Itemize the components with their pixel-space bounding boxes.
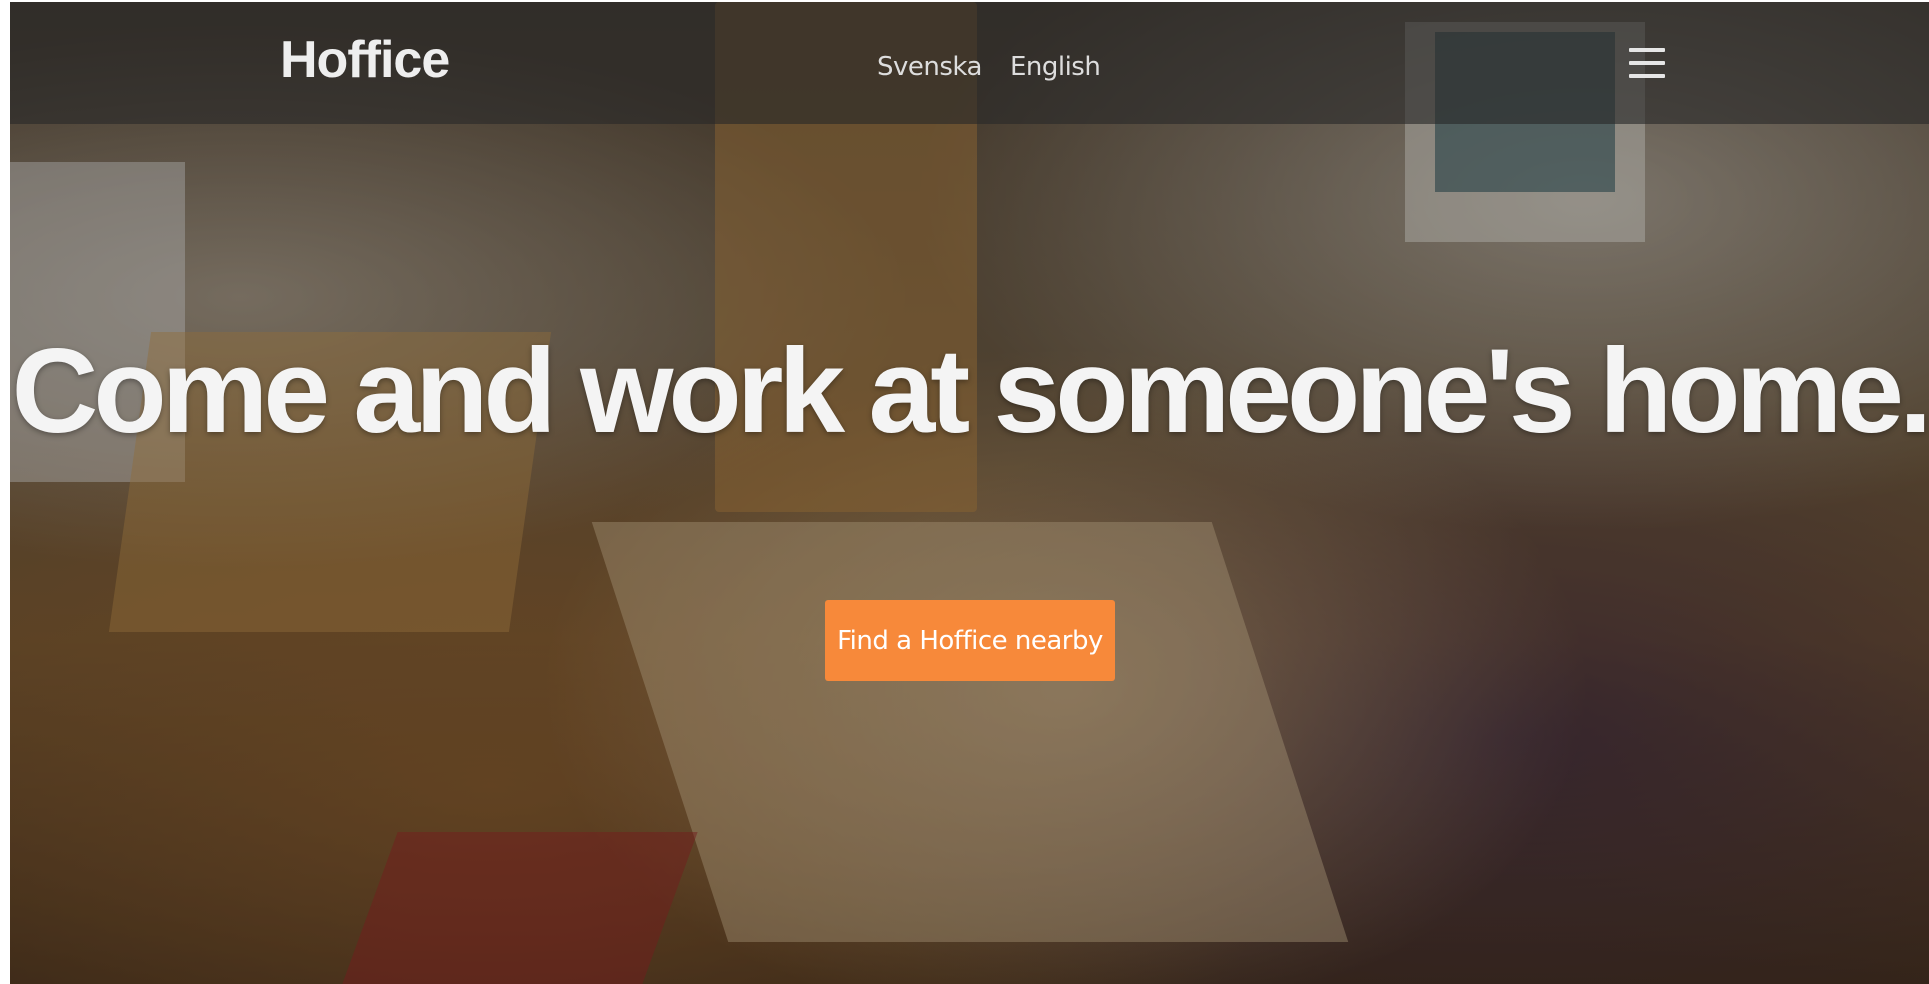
hero-headline: Come and work at someone's home.: [11, 324, 1929, 458]
menu-bar: [1629, 61, 1665, 65]
menu-bar: [1629, 48, 1665, 52]
language-nav: Svenska English: [877, 50, 1101, 84]
site-header: Hoffice Svenska English: [10, 2, 1929, 124]
language-link-english[interactable]: English: [1010, 50, 1101, 84]
language-link-svenska[interactable]: Svenska: [877, 50, 982, 84]
find-hoffice-button[interactable]: Find a Hoffice nearby: [825, 600, 1115, 681]
page: Hoffice Svenska English Come and work at…: [10, 2, 1929, 984]
hamburger-menu-icon[interactable]: [1627, 45, 1667, 81]
hero-overlay: [10, 2, 1929, 984]
site-logo[interactable]: Hoffice: [280, 30, 450, 90]
menu-bar: [1629, 74, 1665, 78]
